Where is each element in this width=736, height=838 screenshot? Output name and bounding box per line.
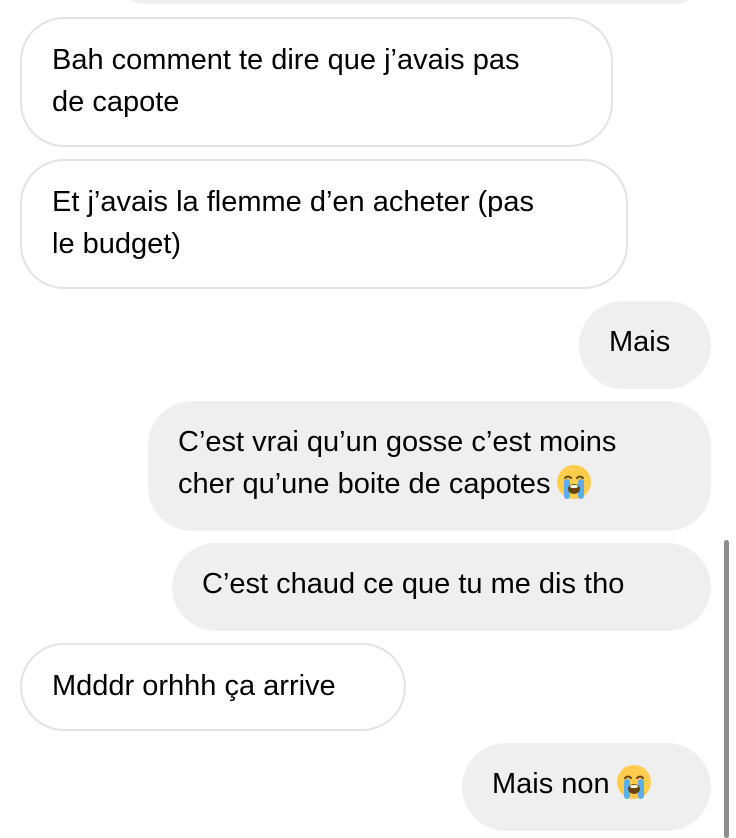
message-text-line: Mais non bbox=[492, 768, 610, 800]
message-bubble-outgoing[interactable]: Mais non bbox=[462, 743, 711, 831]
message-bubble-incoming[interactable]: Mdddr orhhh ça arrive bbox=[20, 643, 406, 731]
message-text-line: de capote bbox=[52, 86, 180, 118]
loudly-crying-face-icon bbox=[616, 764, 652, 812]
message-text-line: C’est chaud ce que tu me dis tho bbox=[202, 568, 625, 600]
message-bubble-incoming[interactable]: Et j’avais la flemme d’en acheter (pas l… bbox=[20, 159, 628, 289]
message-text-line: cher qu’une boite de capotes bbox=[178, 468, 551, 500]
message-bubble-incoming[interactable]: Bah comment te dire que j’avais pas de c… bbox=[20, 17, 613, 147]
message-text-line-with-emoji: Mais non bbox=[492, 763, 681, 812]
message-bubble-outgoing[interactable]: Mais bbox=[579, 301, 711, 389]
message-text-line: Mdddr orhhh ça arrive bbox=[52, 670, 336, 702]
loudly-crying-face-icon bbox=[556, 464, 592, 512]
message-text-line-with-emoji: cher qu’une boite de capotes bbox=[178, 463, 681, 512]
message-bubble-outgoing[interactable]: C’est vrai qu’un gosse c’est moins cher … bbox=[148, 401, 711, 531]
scrollbar-thumb[interactable] bbox=[724, 540, 729, 838]
message-bubble-outgoing[interactable]: C’est chaud ce que tu me dis tho bbox=[172, 543, 711, 631]
message-text-line: C’est vrai qu’un gosse c’est moins bbox=[178, 426, 617, 458]
message-text-line: Bah comment te dire que j’avais pas bbox=[52, 44, 520, 76]
message-text-line: Mais bbox=[609, 326, 671, 358]
message-bubble-partial[interactable] bbox=[120, 0, 700, 4]
message-text-line: Et j’avais la flemme d’en acheter (pas bbox=[52, 186, 534, 218]
message-text-line: le budget) bbox=[52, 228, 181, 260]
